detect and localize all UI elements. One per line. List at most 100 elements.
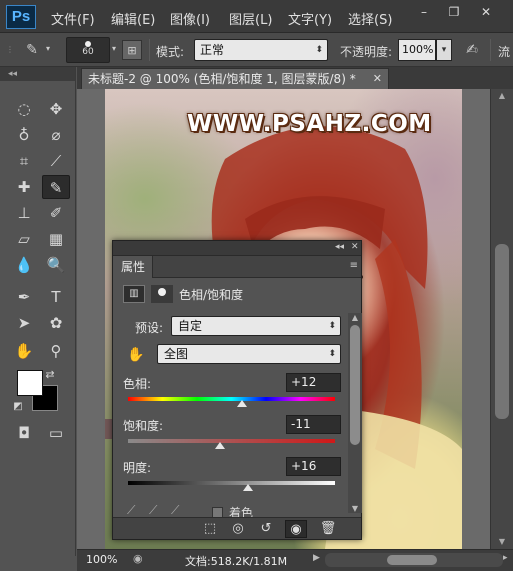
minimize-button[interactable]: – <box>413 4 435 20</box>
targeted-adjustment-icon[interactable]: ✋ <box>125 345 147 365</box>
marquee-tool-icon[interactable]: ◌ <box>10 97 38 121</box>
mode-select-value: 正常 <box>200 43 225 57</box>
status-settings-icon[interactable]: ◉ <box>133 552 143 565</box>
adjustment-layer-icon[interactable]: ▥ <box>123 285 145 303</box>
eraser-tool-icon[interactable]: ▱ <box>10 227 38 251</box>
divider <box>149 39 150 61</box>
type-tool-icon[interactable]: T <box>42 285 70 309</box>
saturation-value-input[interactable]: -11 <box>286 415 341 434</box>
brush-panel-icon[interactable]: ⊞ <box>122 40 142 60</box>
hue-label: 色相: <box>123 377 152 391</box>
toolbox-collapse[interactable]: ◂◂ <box>0 67 75 81</box>
panel-collapse-icon[interactable]: ◂◂ <box>335 242 344 252</box>
eyedropper-minus-icon[interactable]: ⟋ <box>171 503 193 518</box>
brush-size-value: 60 <box>82 47 94 57</box>
menu-type[interactable]: 文字(Y) <box>288 9 332 28</box>
lasso-tool-icon[interactable]: ♁ <box>10 123 38 147</box>
tab-properties[interactable]: 属性 <box>113 256 153 278</box>
panel-menu-icon[interactable]: ≡ <box>350 260 358 271</box>
scroll-thumb[interactable] <box>495 244 509 419</box>
hue-slider-track[interactable] <box>128 397 335 401</box>
pen-tool-icon[interactable]: ✒ <box>10 285 38 309</box>
menu-edit[interactable]: 编辑(E) <box>111 9 155 28</box>
scroll-up-icon[interactable]: ▲ <box>491 89 513 103</box>
clone-stamp-tool-icon[interactable]: ⊥ <box>10 201 38 225</box>
saturation-slider-track[interactable] <box>128 439 335 443</box>
hand-tool-icon[interactable]: ✋ <box>10 339 38 363</box>
opacity-input[interactable]: 100% <box>398 39 436 61</box>
canvas-horizontal-scrollbar[interactable] <box>325 553 503 567</box>
eyedropper-icon[interactable]: ⟋ <box>127 503 149 518</box>
document-tab-row: 未标题-2 @ 100% (色相/饱和度 1, 图层蒙版/8) * ✕ <box>77 67 513 89</box>
close-icon[interactable]: ✕ <box>373 69 382 89</box>
document-size-info[interactable]: 文档:518.2K/1.81M <box>185 553 287 569</box>
lightness-slider-track[interactable] <box>128 481 335 485</box>
panel-close-icon[interactable]: ✕ <box>351 242 359 252</box>
eyedropper-plus-icon[interactable]: ⟋ <box>149 503 171 518</box>
saturation-slider-thumb[interactable] <box>215 442 226 449</box>
flow-label: 流 <box>498 45 511 59</box>
view-previous-state-icon[interactable]: ◎ <box>227 520 249 538</box>
visibility-eye-icon[interactable]: ◉ <box>285 520 307 538</box>
shape-tool-icon[interactable]: ✿ <box>42 311 70 335</box>
panel-scrollbar[interactable]: ▲ ▼ <box>348 313 362 513</box>
preset-select[interactable]: 自定 ⬍ <box>171 316 341 336</box>
watermark-text: WWW.PSAHZ.COM <box>187 111 432 137</box>
opacity-label: 不透明度: <box>340 45 393 59</box>
menu-layer[interactable]: 图层(L) <box>229 9 272 28</box>
channel-select[interactable]: 全图 ⬍ <box>157 344 341 364</box>
scroll-down-icon[interactable]: ▼ <box>348 504 362 513</box>
brush-size-picker[interactable]: 60 <box>66 37 110 63</box>
history-brush-tool-icon[interactable]: ✐ <box>42 201 70 225</box>
mode-select[interactable]: 正常 ⬍ <box>194 39 328 61</box>
document-tab[interactable]: 未标题-2 @ 100% (色相/饱和度 1, 图层蒙版/8) * ✕ <box>81 68 389 89</box>
opacity-dropdown-button[interactable]: ▾ <box>436 39 452 61</box>
quick-mask-icon[interactable]: ◘ <box>10 421 38 445</box>
hue-slider-thumb[interactable] <box>236 400 247 407</box>
blur-tool-icon[interactable]: 💧 <box>10 253 38 277</box>
reset-icon[interactable]: ↺ <box>255 520 277 538</box>
pressure-opacity-icon[interactable]: ✍ <box>462 40 482 60</box>
zoom-tool-icon[interactable]: ⚲ <box>42 339 70 363</box>
panel-tab-row: 属性 ≡ <box>113 256 361 278</box>
clip-to-layer-icon[interactable]: ⬚ <box>199 520 221 538</box>
hue-value-input[interactable]: +12 <box>286 373 341 392</box>
swap-colors-icon[interactable]: ⇄ <box>40 363 60 387</box>
scroll-thumb[interactable] <box>387 555 437 565</box>
scroll-thumb[interactable] <box>350 325 360 445</box>
foreground-color-swatch[interactable] <box>17 370 43 396</box>
options-bar: ⋮ ✎ ▾ 60 ▾ ⊞ 模式: 正常 ⬍ 不透明度: 100% ▾ ✍ 流 <box>0 33 513 67</box>
brush-preset-icon[interactable]: ✎ <box>22 40 42 60</box>
properties-panel: ◂◂ ✕ 属性 ≡ ▥ 色相/饱和度 预设: 自定 ⬍ ✋ 全图 ⬍ 色相: +… <box>112 240 362 540</box>
chevron-down-icon[interactable]: ▾ <box>46 44 50 53</box>
screen-mode-icon[interactable]: ▭ <box>42 421 70 445</box>
canvas-vertical-scrollbar[interactable]: ▲ ▼ <box>490 89 513 549</box>
menu-file[interactable]: 文件(F) <box>51 9 95 28</box>
status-menu-arrow-icon[interactable]: ▶ <box>313 553 320 563</box>
scroll-right-icon[interactable]: ▸ <box>503 553 508 563</box>
trash-icon[interactable]: 🗑 <box>317 520 339 538</box>
dodge-tool-icon[interactable]: 🔍 <box>42 253 70 277</box>
menu-image[interactable]: 图像(I) <box>170 9 210 28</box>
path-select-tool-icon[interactable]: ➤ <box>10 311 38 335</box>
chevron-down-icon[interactable]: ▾ <box>112 44 116 53</box>
scroll-down-icon[interactable]: ▼ <box>491 535 513 549</box>
close-button[interactable]: ✕ <box>474 4 498 20</box>
lightness-value-input[interactable]: +16 <box>286 457 341 476</box>
zoom-level[interactable]: 100% <box>86 553 126 566</box>
brush-tool-icon[interactable]: ✎ <box>42 175 70 199</box>
photoshop-logo: Ps <box>6 5 36 29</box>
restore-button[interactable]: ❐ <box>443 4 465 20</box>
quick-select-tool-icon[interactable]: ⌀ <box>42 123 70 147</box>
eyedropper-tool-icon[interactable]: ⟋ <box>42 149 70 173</box>
crop-tool-icon[interactable]: ⌗ <box>10 149 38 173</box>
move-tool-icon[interactable]: ✥ <box>42 97 70 121</box>
lightness-slider-thumb[interactable] <box>243 484 254 491</box>
gradient-tool-icon[interactable]: ▦ <box>42 227 70 251</box>
default-colors-icon[interactable]: ◩ <box>8 395 28 419</box>
menu-select[interactable]: 选择(S) <box>348 9 392 28</box>
scroll-up-icon[interactable]: ▲ <box>348 313 362 322</box>
healing-brush-tool-icon[interactable]: ✚ <box>10 175 38 199</box>
mask-icon[interactable] <box>151 285 173 303</box>
panel-title-bar[interactable]: ◂◂ ✕ <box>113 241 361 256</box>
